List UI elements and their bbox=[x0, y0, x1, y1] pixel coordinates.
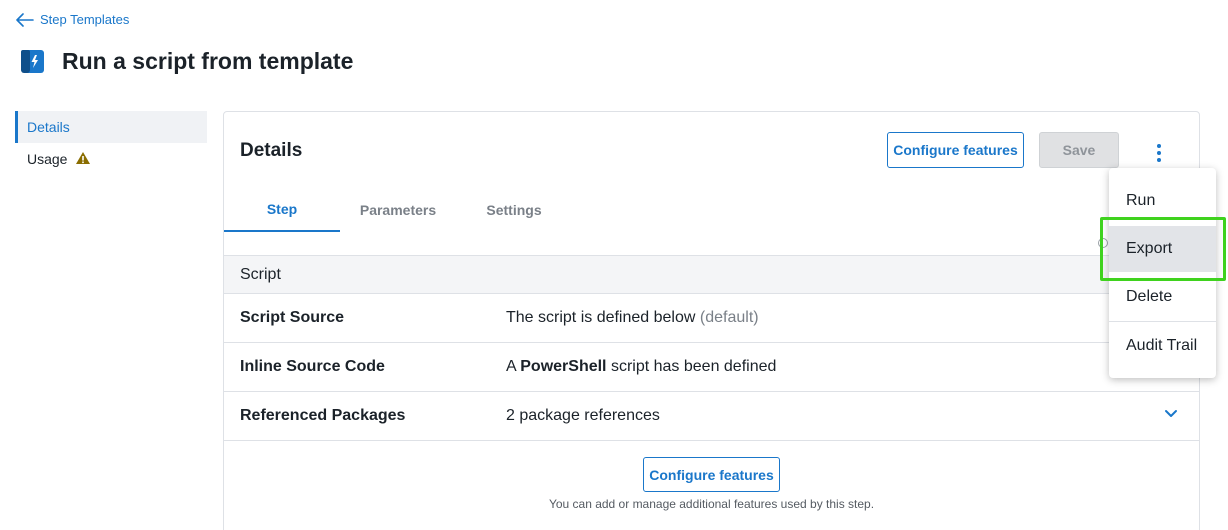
script-source-value: The script is defined below bbox=[506, 309, 696, 326]
side-nav: Details Usage bbox=[15, 111, 207, 175]
card-title: Details bbox=[240, 140, 303, 161]
side-nav-item-label: Usage bbox=[27, 151, 68, 167]
menu-item-delete[interactable]: Delete bbox=[1109, 274, 1216, 320]
script-template-icon bbox=[21, 50, 44, 73]
details-card: Details Configure features Save Step Par… bbox=[223, 111, 1200, 530]
row-value: A PowerShell script has been defined bbox=[506, 358, 776, 376]
row-value: The script is defined below (default) bbox=[506, 309, 759, 327]
tab-bar: Step Parameters Settings bbox=[224, 188, 624, 232]
tab-settings[interactable]: Settings bbox=[456, 188, 572, 232]
row-script-source[interactable]: Script Source The script is defined belo… bbox=[224, 294, 1199, 343]
menu-divider bbox=[1109, 321, 1216, 322]
menu-item-export[interactable]: Export bbox=[1109, 226, 1216, 272]
footer-configure-features-button[interactable]: Configure features bbox=[643, 457, 780, 492]
language-name: PowerShell bbox=[520, 358, 607, 375]
tab-step[interactable]: Step bbox=[224, 188, 340, 232]
save-button[interactable]: Save bbox=[1039, 132, 1119, 168]
row-label: Referenced Packages bbox=[240, 407, 406, 424]
menu-item-run[interactable]: Run bbox=[1109, 178, 1216, 224]
side-nav-item-details[interactable]: Details bbox=[15, 111, 207, 143]
more-options-icon[interactable] bbox=[1145, 139, 1173, 167]
row-referenced-packages[interactable]: Referenced Packages 2 package references bbox=[224, 392, 1199, 441]
default-tag: (default) bbox=[699, 309, 759, 326]
back-link-label: Step Templates bbox=[40, 12, 130, 27]
side-nav-item-label: Details bbox=[27, 119, 70, 135]
page-header: Run a script from template bbox=[18, 46, 353, 76]
overflow-menu: Run Export Delete Audit Trail bbox=[1109, 168, 1216, 378]
menu-item-audit-trail[interactable]: Audit Trail bbox=[1109, 323, 1216, 369]
arrow-left-icon bbox=[16, 12, 34, 27]
tooltip-marker-icon bbox=[1098, 238, 1108, 248]
section-title: Script bbox=[240, 265, 281, 283]
back-to-step-templates-link[interactable]: Step Templates bbox=[16, 12, 129, 27]
section-header-script: Script bbox=[224, 255, 1199, 294]
footer-note: You can add or manage additional feature… bbox=[548, 497, 875, 511]
tab-parameters[interactable]: Parameters bbox=[340, 188, 456, 232]
value-prefix: A bbox=[506, 358, 516, 375]
warning-icon bbox=[75, 151, 91, 168]
page-title: Run a script from template bbox=[62, 47, 354, 74]
row-value: 2 package references bbox=[506, 407, 660, 424]
chevron-down-icon[interactable] bbox=[1164, 409, 1178, 419]
row-label: Inline Source Code bbox=[240, 358, 385, 375]
inline-source-value: script has been defined bbox=[610, 358, 777, 375]
row-label: Script Source bbox=[240, 309, 345, 326]
row-inline-source-code[interactable]: Inline Source Code A PowerShell script h… bbox=[224, 343, 1199, 392]
configure-features-button[interactable]: Configure features bbox=[887, 132, 1024, 168]
side-nav-item-usage[interactable]: Usage bbox=[15, 143, 207, 175]
